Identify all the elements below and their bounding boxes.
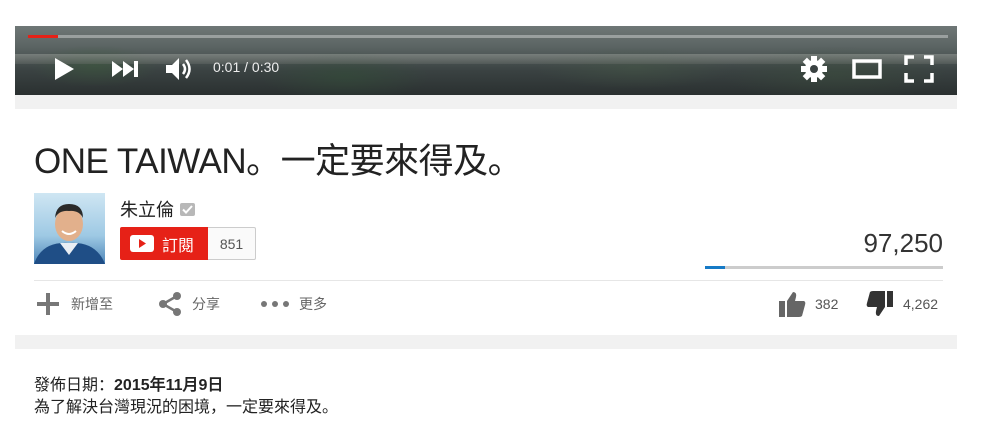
more-button[interactable]: 更多	[260, 288, 327, 320]
settings-button[interactable]	[799, 54, 829, 84]
verified-icon	[180, 202, 195, 216]
sentiment-bar-likes	[705, 266, 725, 269]
publish-date-label: 發佈日期：	[34, 377, 115, 394]
description-text: 為了解決台灣現況的困境，一定要來得及。	[34, 399, 339, 416]
section-separator	[15, 95, 957, 109]
like-button[interactable]: 382	[778, 288, 838, 320]
channel-name[interactable]: 朱立倫	[120, 196, 174, 222]
share-button[interactable]: 分享	[157, 288, 220, 320]
sentiment-bar	[705, 266, 943, 269]
time-display: 0:01 / 0:30	[213, 59, 279, 75]
avatar-portrait	[34, 204, 105, 264]
video-player[interactable]: 0:01 / 0:30	[15, 26, 957, 95]
fullscreen-button[interactable]	[903, 54, 935, 84]
current-time: 0:01	[213, 59, 241, 75]
dislike-button[interactable]: 4,262	[866, 288, 938, 320]
share-label: 分享	[192, 296, 220, 312]
time-separator: /	[240, 59, 252, 75]
dislike-count: 4,262	[903, 296, 939, 312]
theater-mode-icon	[852, 59, 882, 79]
publish-date-line: 發佈日期：2015年11月9日	[34, 375, 338, 397]
duration: 0:30	[251, 59, 280, 75]
play-icon	[55, 58, 74, 80]
youtube-logo-icon	[130, 235, 154, 252]
share-icon	[159, 292, 181, 316]
progress-bar-fill	[28, 35, 59, 38]
plus-icon	[37, 293, 59, 315]
fullscreen-icon	[904, 55, 934, 83]
like-count: 382	[815, 296, 839, 312]
channel-avatar[interactable]	[34, 193, 105, 264]
publish-date: 2015年11月9日	[114, 377, 224, 394]
next-icon	[112, 61, 138, 77]
more-label: 更多	[299, 296, 327, 312]
volume-button[interactable]	[164, 55, 194, 83]
channel-name-row: 朱立倫	[120, 196, 195, 222]
next-button[interactable]	[110, 57, 140, 81]
thumbs-down-icon	[866, 291, 893, 316]
view-count: 97,250	[863, 228, 943, 258]
video-title: ONE TAIWAN。一定要來得及。	[34, 142, 523, 181]
description: 發佈日期：2015年11月9日 為了解決台灣現況的困境，一定要來得及。	[34, 375, 338, 419]
subscribe-button[interactable]: 訂閱	[120, 227, 208, 260]
subscribe-label: 訂閱	[162, 237, 195, 255]
theater-mode-button[interactable]	[851, 56, 883, 82]
progress-bar[interactable]	[28, 35, 948, 38]
section-separator-2	[15, 335, 957, 349]
divider	[34, 280, 943, 281]
settings-icon	[801, 56, 827, 82]
add-to-label: 新增至	[71, 296, 113, 312]
play-button[interactable]	[51, 56, 77, 82]
more-dots-icon	[261, 301, 289, 307]
volume-icon	[166, 58, 191, 80]
thumbs-up-icon	[779, 292, 806, 317]
subscriber-count: 851	[208, 227, 256, 260]
add-to-button[interactable]: 新增至	[34, 288, 113, 320]
